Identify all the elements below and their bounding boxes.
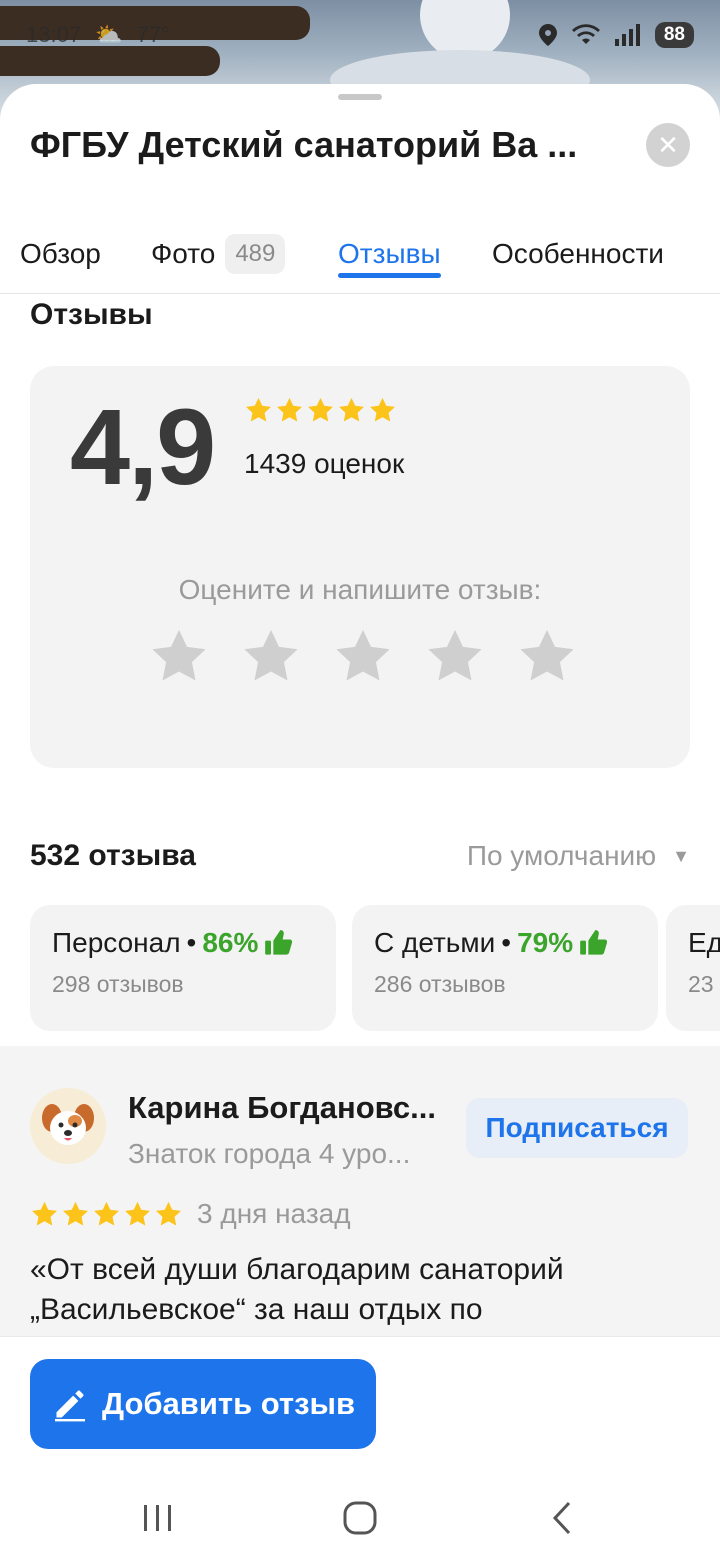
- aspect-review-count: 298 отзывов: [52, 971, 184, 997]
- rate-stars-input: [148, 626, 578, 688]
- signal-icon: [614, 24, 640, 46]
- reviews-header: 532 отзыва По умолчанию ▼: [30, 836, 690, 876]
- reviews-count: 532 отзыва: [30, 839, 196, 872]
- star-icon: [370, 397, 395, 422]
- back-button[interactable]: [532, 1496, 592, 1540]
- subscribe-button[interactable]: Подписаться: [466, 1098, 688, 1158]
- recent-apps-button[interactable]: [128, 1496, 188, 1540]
- close-button[interactable]: ✕: [646, 123, 690, 167]
- sort-label: По умолчанию: [466, 840, 657, 871]
- aspect-chip-children[interactable]: С детьми • 79% 286 отзывов: [352, 905, 658, 1031]
- section-title: Отзывы: [30, 298, 153, 331]
- status-time: 13:07: [26, 22, 82, 47]
- bullet: •: [186, 927, 197, 958]
- aspect-percent: 79%: [517, 927, 574, 958]
- thumbs-up-icon: [580, 930, 608, 955]
- aspect-chip-staff[interactable]: Персонал • 86% 298 отзывов: [30, 905, 336, 1031]
- star-icon: [156, 1201, 181, 1225]
- reviewer-name[interactable]: Карина Богдановс...: [128, 1090, 436, 1126]
- status-temperature: 77°: [136, 22, 170, 47]
- pencil-icon: [55, 1390, 85, 1422]
- rate-prompt: Оцените и напишите отзыв:: [178, 574, 542, 605]
- star-icon: [94, 1201, 119, 1225]
- reviewer-level: Знаток города 4 уро...: [128, 1138, 411, 1169]
- add-review-button[interactable]: Добавить отзыв: [30, 1359, 376, 1449]
- review-date: 3 дня назад: [197, 1198, 351, 1229]
- tab-reviews[interactable]: Отзывы: [338, 214, 441, 294]
- tab-label: Отзывы: [338, 238, 441, 269]
- aspect-name: Персонал: [52, 927, 181, 958]
- tab-features[interactable]: Особенности: [492, 214, 664, 294]
- photo-count-badge: 489: [225, 234, 286, 274]
- header: ФГБУ Детский санаторий Ва ... ✕: [30, 120, 690, 170]
- tab-label: Обзор: [20, 238, 101, 269]
- review-text-line: „Васильевское“ за наш отдых по: [30, 1293, 483, 1326]
- sheet-drag-handle[interactable]: [338, 94, 382, 100]
- review-text[interactable]: «От всей души благодарим санаторий „Васи…: [30, 1250, 670, 1330]
- dog-avatar-icon: [42, 1104, 94, 1145]
- sort-dropdown[interactable]: По умолчанию ▼: [467, 840, 690, 872]
- aspect-name: С детьми: [374, 927, 496, 958]
- status-bar: 13:07 ⛅ 77° 88: [0, 0, 720, 70]
- star-icon: [246, 397, 271, 422]
- tab-overview[interactable]: Обзор: [20, 214, 101, 294]
- avatar[interactable]: [30, 1088, 106, 1164]
- aspect-chips: Персонал • 86% 298 отзывов С детьми • 79…: [30, 905, 720, 1031]
- aspect-review-count: 23: [688, 971, 714, 997]
- star-icon: [277, 397, 302, 422]
- rate-star-icon[interactable]: [148, 626, 210, 688]
- rate-star-icon[interactable]: [516, 626, 578, 688]
- tab-photos[interactable]: Фото 489: [151, 214, 286, 294]
- battery-level: 88: [654, 22, 694, 48]
- home-icon: [343, 1501, 377, 1535]
- location-icon: [538, 24, 557, 46]
- bullet: •: [501, 927, 512, 958]
- aspect-percent: 86%: [202, 927, 259, 958]
- close-icon: ✕: [657, 129, 679, 160]
- star-icon: [339, 397, 364, 422]
- average-rating: 4,9: [70, 386, 216, 507]
- tab-label: Фото: [151, 238, 216, 269]
- star-icon: [63, 1201, 88, 1225]
- active-tab-indicator: [338, 273, 441, 278]
- rate-star-icon[interactable]: [240, 626, 302, 688]
- star-icon: [125, 1201, 150, 1225]
- rating-stars: [244, 396, 397, 425]
- tab-label: Особенности: [492, 238, 664, 269]
- thumbs-up-icon: [265, 930, 293, 955]
- star-icon: [32, 1201, 57, 1225]
- review-card: Карина Богдановс... Знаток города 4 уро.…: [0, 1046, 720, 1346]
- system-navigation-bar: [0, 1476, 720, 1560]
- rating-summary-card: 4,9 1439 оценок Оцените и напишите отзыв…: [30, 366, 690, 768]
- rating-count: 1439 оценок: [244, 448, 405, 479]
- aspect-review-count: 286 отзывов: [374, 971, 506, 997]
- recent-apps-icon: [144, 1505, 171, 1531]
- place-card-sheet: ФГБУ Детский санаторий Ва ... ✕ Обзор Фо…: [0, 84, 720, 1560]
- back-icon: [552, 1501, 571, 1535]
- place-title: ФГБУ Детский санаторий Ва ...: [30, 124, 578, 165]
- aspect-chip-food[interactable]: Ед 23: [666, 905, 720, 1031]
- add-review-label: Добавить отзыв: [102, 1386, 356, 1421]
- rate-star-icon[interactable]: [424, 626, 486, 688]
- rate-star-icon[interactable]: [332, 626, 394, 688]
- star-icon: [308, 397, 333, 422]
- weather-icon: ⛅: [95, 22, 123, 47]
- wifi-icon: [571, 24, 600, 44]
- chevron-down-icon: ▼: [672, 845, 690, 866]
- tab-bar: Обзор Фото 489 Отзывы Особенности: [0, 214, 720, 294]
- review-text-line: «От всей души благодарим санаторий: [30, 1253, 564, 1286]
- aspect-name: Ед: [688, 927, 720, 958]
- home-button[interactable]: [330, 1496, 390, 1540]
- review-stars: 3 дня назад: [30, 1198, 351, 1230]
